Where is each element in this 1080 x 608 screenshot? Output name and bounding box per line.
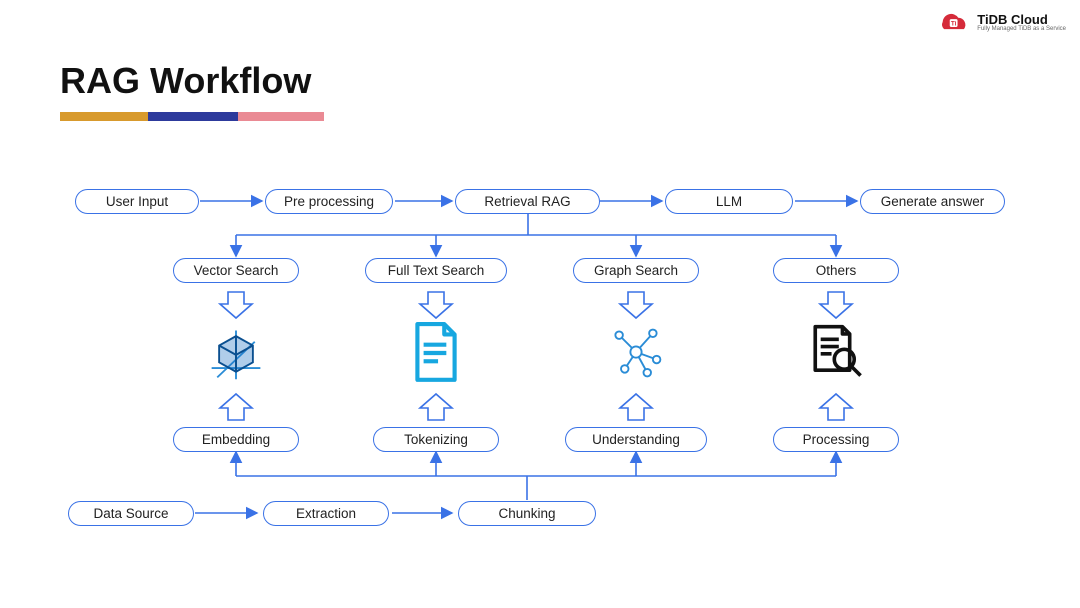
node-extraction: Extraction (263, 501, 389, 526)
node-llm: LLM (665, 189, 793, 214)
node-embedding: Embedding (173, 427, 299, 452)
node-pre-processing: Pre processing (265, 189, 393, 214)
node-vector-search: Vector Search (173, 258, 299, 283)
node-chunking: Chunking (458, 501, 596, 526)
node-full-text-search: Full Text Search (365, 258, 507, 283)
node-understanding: Understanding (565, 427, 707, 452)
document-search-icon (806, 320, 868, 384)
node-graph-search: Graph Search (573, 258, 699, 283)
text-document-icon (408, 320, 464, 386)
diagram-canvas: User Input Pre processing Retrieval RAG … (0, 0, 1080, 608)
node-processing: Processing (773, 427, 899, 452)
node-data-source: Data Source (68, 501, 194, 526)
node-tokenizing: Tokenizing (373, 427, 499, 452)
node-user-input: User Input (75, 189, 199, 214)
node-generate: Generate answer (860, 189, 1005, 214)
node-others: Others (773, 258, 899, 283)
graph-nodes-icon (604, 320, 668, 384)
cube-3d-icon (206, 323, 266, 383)
node-retrieval-rag: Retrieval RAG (455, 189, 600, 214)
